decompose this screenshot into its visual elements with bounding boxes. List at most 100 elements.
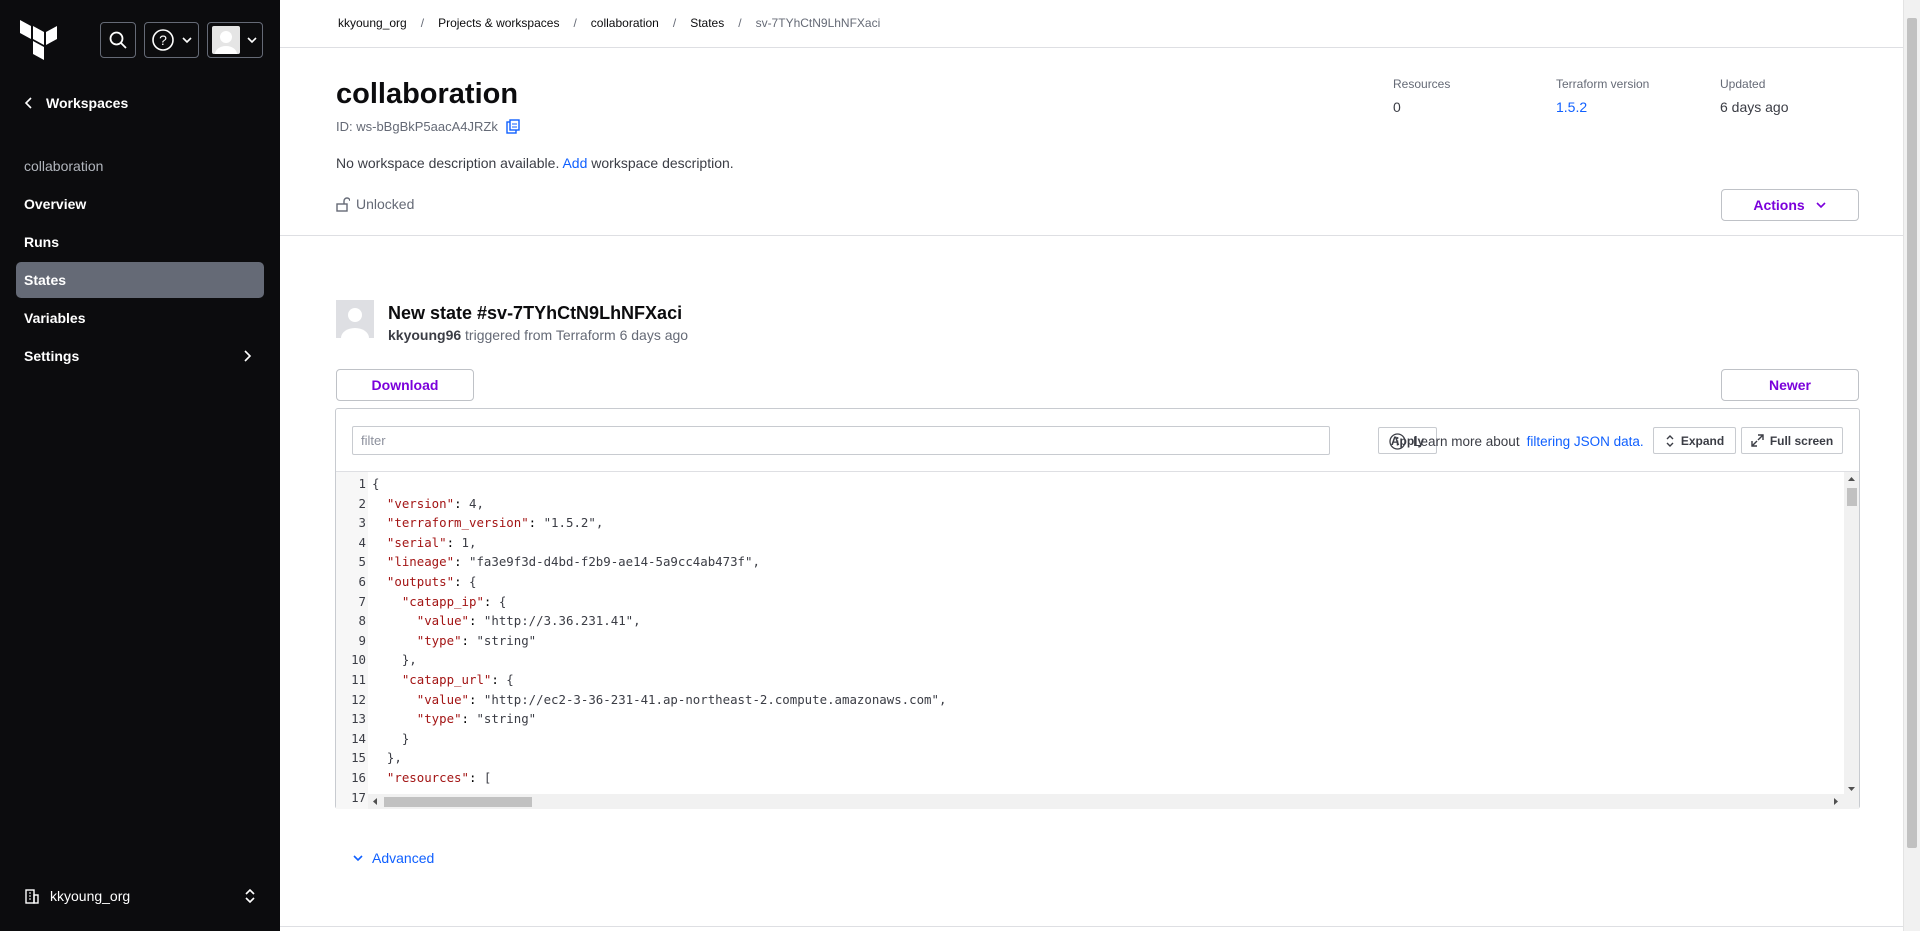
line-number: 7 — [358, 593, 366, 609]
meta-label: Resources — [1393, 77, 1451, 91]
scroll-up-icon[interactable] — [1844, 472, 1859, 486]
breadcrumb-org[interactable]: kkyoung_org — [338, 16, 407, 30]
line-number: 16 — [351, 770, 366, 785]
org-name: kkyoung_org — [50, 888, 131, 904]
lock-status-label: Unlocked — [356, 196, 415, 212]
avatar — [336, 300, 374, 338]
copy-icon[interactable] — [506, 119, 520, 134]
divider — [280, 926, 1903, 927]
maximize-icon — [1751, 434, 1764, 447]
scroll-right-icon[interactable] — [1829, 794, 1843, 809]
code-text: "lineage": "fa3e9f3d-d4bd-f2b9-ae14-5a9c… — [386, 554, 760, 570]
code-line: 2 "version": 4, — [336, 494, 484, 514]
chevron-down-icon — [1816, 202, 1826, 209]
code-line: 12 "value": "http://ec2-3-36-231-41.ap-n… — [336, 690, 946, 710]
code-text: { — [372, 476, 380, 491]
filter-input[interactable] — [352, 426, 1330, 455]
line-number: 2 — [358, 495, 366, 511]
chevron-up-down-icon — [245, 888, 255, 904]
line-number: 1 — [358, 476, 366, 491]
search-button[interactable] — [100, 22, 136, 58]
terraform-version-link[interactable]: 1.5.2 — [1556, 99, 1649, 115]
meta-resources: Resources 0 — [1393, 77, 1450, 115]
breadcrumb-states[interactable]: States — [690, 16, 724, 30]
page-scroll-thumb[interactable] — [1907, 18, 1917, 848]
chevron-left-icon — [24, 97, 32, 109]
meta-updated: Updated 6 days ago — [1720, 77, 1789, 115]
download-button[interactable]: Download — [336, 369, 474, 401]
code-text: "catapp_ip": { — [401, 593, 507, 609]
code-text: "value": "http://3.36.231.41", — [416, 613, 641, 629]
sidebar-workspace-name: collaboration — [24, 158, 104, 174]
full-screen-button[interactable]: Full screen — [1741, 427, 1843, 454]
line-number: 17 — [351, 789, 366, 805]
meta-label: Terraform version — [1556, 77, 1650, 91]
sidebar-item-overview[interactable]: Overview — [16, 186, 264, 222]
add-description-link[interactable]: Add — [562, 155, 587, 171]
building-icon — [25, 889, 39, 904]
meta-terraform-version: Terraform version 1.5.2 — [1556, 77, 1649, 115]
code-text: }, — [372, 652, 417, 668]
horizontal-scrollbar[interactable] — [368, 794, 1859, 809]
meta-value: 0 — [1393, 99, 1401, 115]
code-line: 9 "type": "string" — [336, 631, 537, 651]
line-number: 6 — [358, 574, 366, 589]
full-screen-label: Full screen — [1769, 433, 1834, 448]
scroll-left-icon[interactable] — [368, 794, 382, 809]
scroll-thumb[interactable] — [1847, 488, 1857, 506]
workspace-id: ID: ws-bBgBkP5aacA4JRZk — [336, 119, 520, 134]
state-json-viewer: Apply Learn more about filtering JSON da… — [335, 408, 1860, 809]
sidebar-item-label: Variables — [24, 310, 86, 326]
sidebar-item-runs[interactable]: Runs — [16, 224, 264, 260]
breadcrumb-separator: / — [573, 16, 577, 30]
info-icon — [1389, 433, 1406, 450]
filtering-json-link[interactable]: filtering JSON data. — [1527, 434, 1644, 449]
vertical-scrollbar[interactable] — [1844, 472, 1859, 796]
state-subtitle: kkyoung96 triggered from Terraform 6 day… — [388, 327, 688, 343]
page-scrollbar[interactable] — [1903, 0, 1920, 931]
line-number: 14 — [351, 730, 366, 746]
workspace-description: No workspace description available. Add … — [336, 155, 734, 171]
terraform-logo-icon[interactable] — [20, 20, 58, 60]
meta-value: 6 days ago — [1720, 99, 1789, 115]
org-switcher[interactable]: kkyoung_org — [24, 888, 256, 904]
unfold-icon — [1666, 434, 1674, 447]
user-menu-button[interactable] — [207, 22, 263, 58]
sidebar-item-label: Overview — [24, 196, 87, 212]
code-text: "catapp_url": { — [401, 672, 514, 687]
code-line: 8 "value": "http://3.36.231.41", — [336, 611, 641, 631]
scroll-thumb[interactable] — [384, 797, 532, 807]
chevron-right-icon — [244, 350, 252, 362]
expand-button[interactable]: Expand — [1653, 427, 1736, 454]
main-content: kkyoung_org / Projects & workspaces / co… — [280, 0, 1903, 931]
breadcrumb-projects[interactable]: Projects & workspaces — [438, 16, 559, 30]
newer-button[interactable]: Newer — [1721, 369, 1859, 401]
line-number: 15 — [351, 750, 366, 766]
code-line: 6 "outputs": { — [336, 572, 477, 592]
code-text: "outputs": { — [386, 574, 477, 589]
page-title: collaboration — [336, 78, 519, 110]
code-text: "version": 4, — [386, 495, 484, 511]
sidebar-item-settings[interactable]: Settings — [16, 338, 264, 374]
json-code-view[interactable]: 1{2 "version": 4, 3 "terraform_version": … — [336, 471, 1859, 809]
code-text: "terraform_version": "1.5.2", — [386, 515, 604, 531]
line-number: 11 — [351, 672, 366, 687]
sidebar-item-states[interactable]: States — [16, 262, 264, 298]
avatar — [212, 26, 240, 54]
state-trigger-text: triggered from Terraform 6 days ago — [465, 327, 689, 343]
advanced-toggle[interactable]: Advanced — [352, 850, 434, 866]
code-line: 11 "catapp_url": { — [336, 670, 514, 690]
help-menu-button[interactable]: ? — [144, 22, 199, 58]
search-icon — [109, 31, 127, 49]
breadcrumb-workspace[interactable]: collaboration — [591, 16, 659, 30]
workspace-id-text: ID: ws-bBgBkP5aacA4JRZk — [336, 119, 498, 134]
sidebar-item-variables[interactable]: Variables — [16, 300, 264, 336]
back-to-workspaces-link[interactable]: Workspaces — [24, 95, 128, 111]
breadcrumb-separator: / — [420, 16, 425, 30]
learn-more-text: Learn more about — [1413, 434, 1520, 449]
actions-button[interactable]: Actions — [1721, 189, 1859, 221]
lock-status: Unlocked — [336, 196, 414, 212]
code-text: "serial": 1, — [386, 534, 477, 550]
code-line: 7 "catapp_ip": { — [336, 592, 507, 612]
chevron-down-icon — [247, 37, 257, 44]
